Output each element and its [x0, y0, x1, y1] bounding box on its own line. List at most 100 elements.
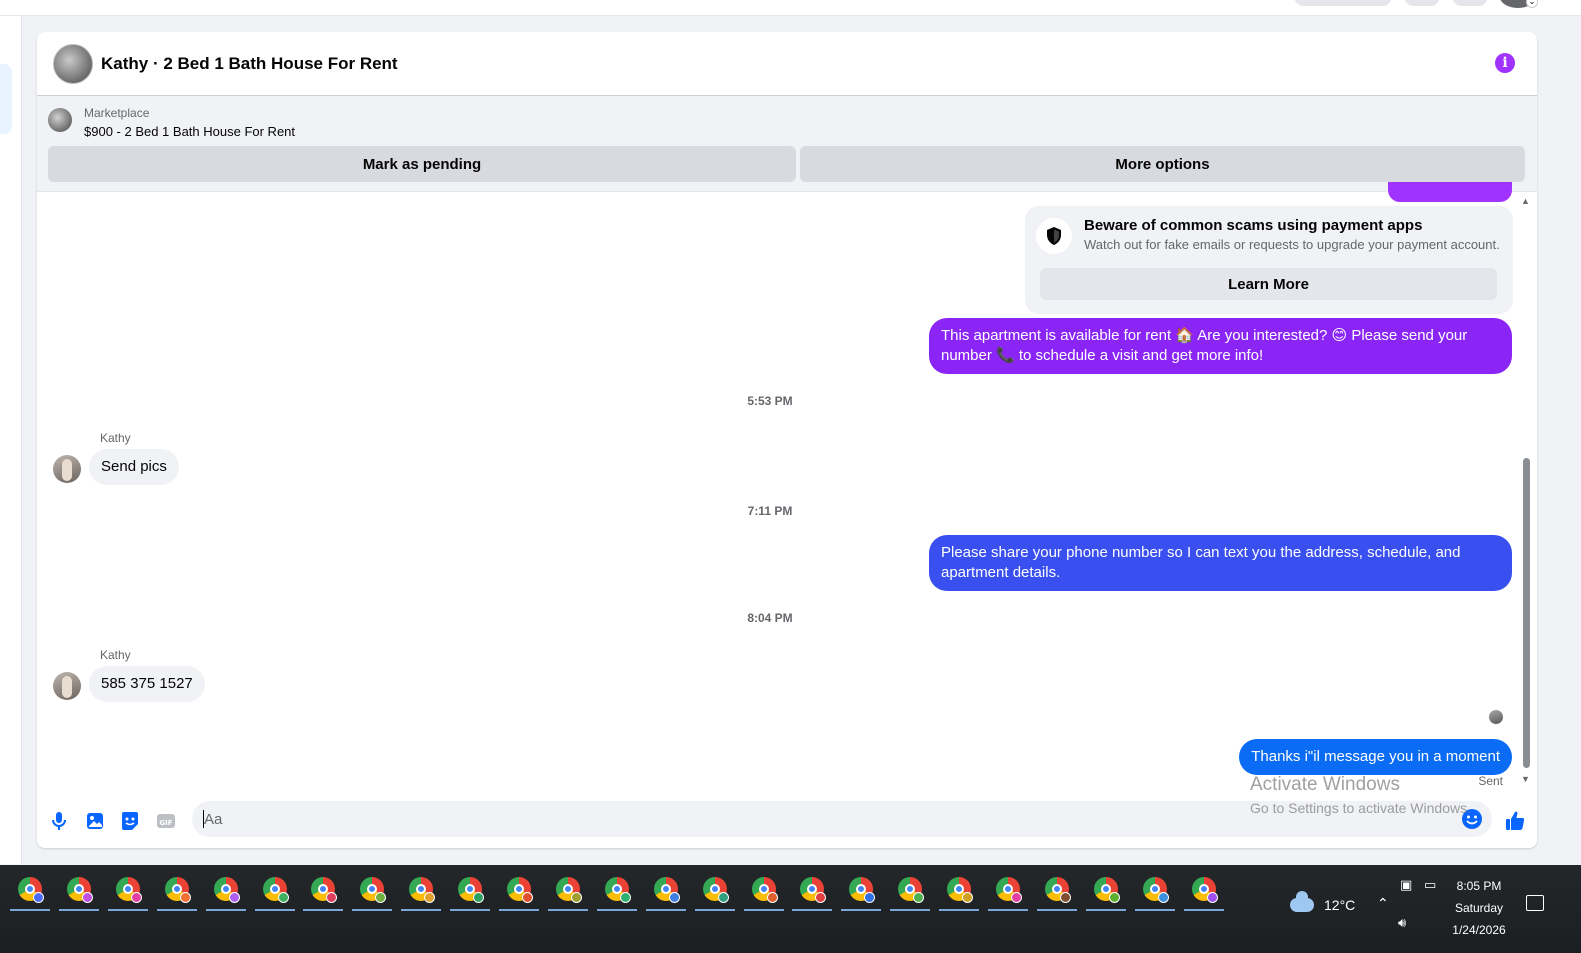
system-clock[interactable]: 8:05 PM Saturday 1/24/2026 — [1444, 875, 1514, 941]
taskbar-chrome-app[interactable] — [645, 873, 686, 911]
profile-badge-icon — [1059, 892, 1071, 903]
conversation-avatar[interactable] — [53, 43, 93, 84]
left-rail-selected-indicator — [0, 64, 12, 134]
thumbs-up-icon[interactable] — [1504, 810, 1526, 832]
seen-receipt-avatar — [1489, 710, 1503, 724]
network-icon[interactable]: ▭ — [1424, 877, 1436, 893]
taskbar-chrome-app[interactable] — [743, 873, 784, 911]
outgoing-message[interactable]: Thanks i"il message you in a moment — [1239, 739, 1512, 775]
active-indicator — [58, 909, 99, 911]
incoming-message[interactable]: Send pics — [89, 449, 179, 485]
info-icon[interactable]: i — [1495, 53, 1515, 73]
activate-windows-watermark: Activate Windows Go to Settings to activ… — [1250, 774, 1471, 816]
gif-icon[interactable]: GIF — [155, 810, 177, 832]
taskbar-chrome-app[interactable] — [1085, 873, 1126, 911]
taskbar-chrome-app[interactable] — [303, 873, 344, 911]
text-caret — [203, 810, 204, 828]
profile-badge-icon — [228, 892, 240, 903]
taskbar-chrome-app[interactable] — [450, 873, 491, 911]
meet-now-icon[interactable]: ▣ — [1400, 877, 1412, 893]
taskbar-chrome-app[interactable] — [547, 873, 588, 911]
profile-badge-icon — [864, 892, 876, 903]
profile-badge-icon — [277, 892, 289, 903]
taskbar-chrome-app[interactable] — [939, 873, 980, 911]
message-scrollbar[interactable]: ▲ ▼ — [1521, 192, 1531, 796]
microphone-icon[interactable] — [48, 810, 70, 832]
message-list: Beware of common scams using payment app… — [37, 182, 1537, 796]
mark-as-pending-button[interactable]: Mark as pending — [48, 146, 796, 182]
profile-badge-icon — [717, 892, 729, 903]
taskbar-chrome-app[interactable] — [988, 873, 1028, 911]
taskbar-chrome-app[interactable] — [792, 873, 833, 911]
listing-source-label: Marketplace — [84, 106, 150, 120]
cloud-icon — [1290, 891, 1314, 912]
scam-warning-card: Beware of common scams using payment app… — [1025, 206, 1513, 314]
active-indicator — [890, 909, 931, 911]
active-indicator — [1134, 909, 1175, 911]
taskbar-chrome-app[interactable] — [205, 873, 246, 911]
taskbar-chrome-app[interactable] — [1036, 873, 1077, 911]
active-indicator — [547, 909, 588, 911]
top-nav-pill[interactable] — [1294, 0, 1392, 6]
scam-warning-title: Beware of common scams using payment app… — [1084, 217, 1423, 234]
taskbar-chrome-app[interactable] — [58, 873, 99, 911]
messenger-icon[interactable] — [1452, 0, 1488, 6]
taskbar-chrome-app[interactable] — [254, 873, 295, 911]
clock-time: 8:05 PM — [1456, 879, 1502, 893]
learn-more-button[interactable]: Learn More — [1040, 268, 1497, 300]
listing-title[interactable]: $900 - 2 Bed 1 Bath House For Rent — [84, 124, 295, 139]
scroll-up-arrow-icon[interactable]: ▲ — [1521, 196, 1530, 206]
active-indicator — [352, 909, 393, 911]
account-avatar[interactable]: ⌄ — [1500, 0, 1538, 8]
taskbar-chrome-app[interactable] — [1183, 873, 1224, 911]
profile-badge-icon — [326, 892, 338, 903]
notifications-icon[interactable] — [1526, 895, 1544, 911]
active-indicator — [401, 909, 442, 911]
conversation-title[interactable]: Kathy · 2 Bed 1 Bath House For Rent — [101, 54, 398, 74]
chat-header: Kathy · 2 Bed 1 Bath House For Rent i — [37, 32, 1537, 96]
chat-window: Kathy · 2 Bed 1 Bath House For Rent i Ma… — [37, 32, 1537, 848]
volume-icon[interactable]: 🔊︎ — [1398, 915, 1406, 931]
taskbar-chrome-app[interactable] — [596, 873, 637, 911]
menu-icon[interactable] — [1404, 0, 1440, 6]
taskbar-chrome-app[interactable] — [890, 873, 931, 911]
taskbar-chrome-app[interactable] — [107, 873, 148, 911]
outgoing-message[interactable]: Please share your phone number so I can … — [929, 535, 1512, 591]
active-indicator — [1085, 909, 1126, 911]
active-indicator — [694, 909, 735, 911]
sender-avatar[interactable] — [53, 672, 81, 700]
active-indicator — [254, 909, 295, 911]
taskbar-chrome-app[interactable] — [401, 873, 442, 911]
windows-taskbar: 12°C ⌃ ▣ ▭ 🔊︎ 8:05 PM Saturday 1/24/2026 — [0, 865, 1581, 953]
outgoing-message[interactable]: This apartment is available for rent 🏠 A… — [929, 318, 1512, 374]
chevron-up-icon[interactable]: ⌃ — [1377, 895, 1389, 912]
message-input[interactable] — [192, 801, 1432, 837]
taskbar-chrome-app[interactable] — [1134, 873, 1175, 911]
photo-icon[interactable] — [84, 810, 106, 832]
top-navigation-bar: ⌄ — [0, 0, 1581, 16]
profile-badge-icon — [375, 892, 387, 903]
clock-date: 1/24/2026 — [1452, 923, 1506, 937]
incoming-message[interactable]: 585 375 1527 — [89, 666, 205, 702]
shield-icon — [1036, 218, 1072, 254]
sender-name: Kathy — [100, 431, 131, 445]
taskbar-chrome-app[interactable] — [841, 873, 882, 911]
timestamp: 8:04 PM — [747, 611, 793, 625]
scrollbar-thumb[interactable] — [1523, 458, 1530, 768]
sticker-icon[interactable] — [119, 810, 141, 832]
active-indicator — [988, 909, 1028, 911]
active-indicator — [10, 909, 50, 911]
sender-avatar[interactable] — [53, 455, 81, 483]
taskbar-chrome-app[interactable] — [499, 873, 539, 911]
taskbar-chrome-app[interactable] — [156, 873, 197, 911]
taskbar-chrome-app[interactable] — [694, 873, 735, 911]
watermark-title: Activate Windows — [1250, 774, 1400, 795]
more-options-button[interactable]: More options — [800, 146, 1525, 182]
scroll-down-arrow-icon[interactable]: ▼ — [1521, 774, 1530, 784]
listing-thumbnail[interactable] — [48, 108, 72, 132]
timestamp: 5:53 PM — [747, 394, 793, 408]
taskbar-chrome-app[interactable] — [352, 873, 393, 911]
active-indicator — [645, 909, 686, 911]
weather-widget[interactable]: 12°C — [1290, 891, 1355, 913]
taskbar-chrome-app[interactable] — [10, 873, 50, 911]
